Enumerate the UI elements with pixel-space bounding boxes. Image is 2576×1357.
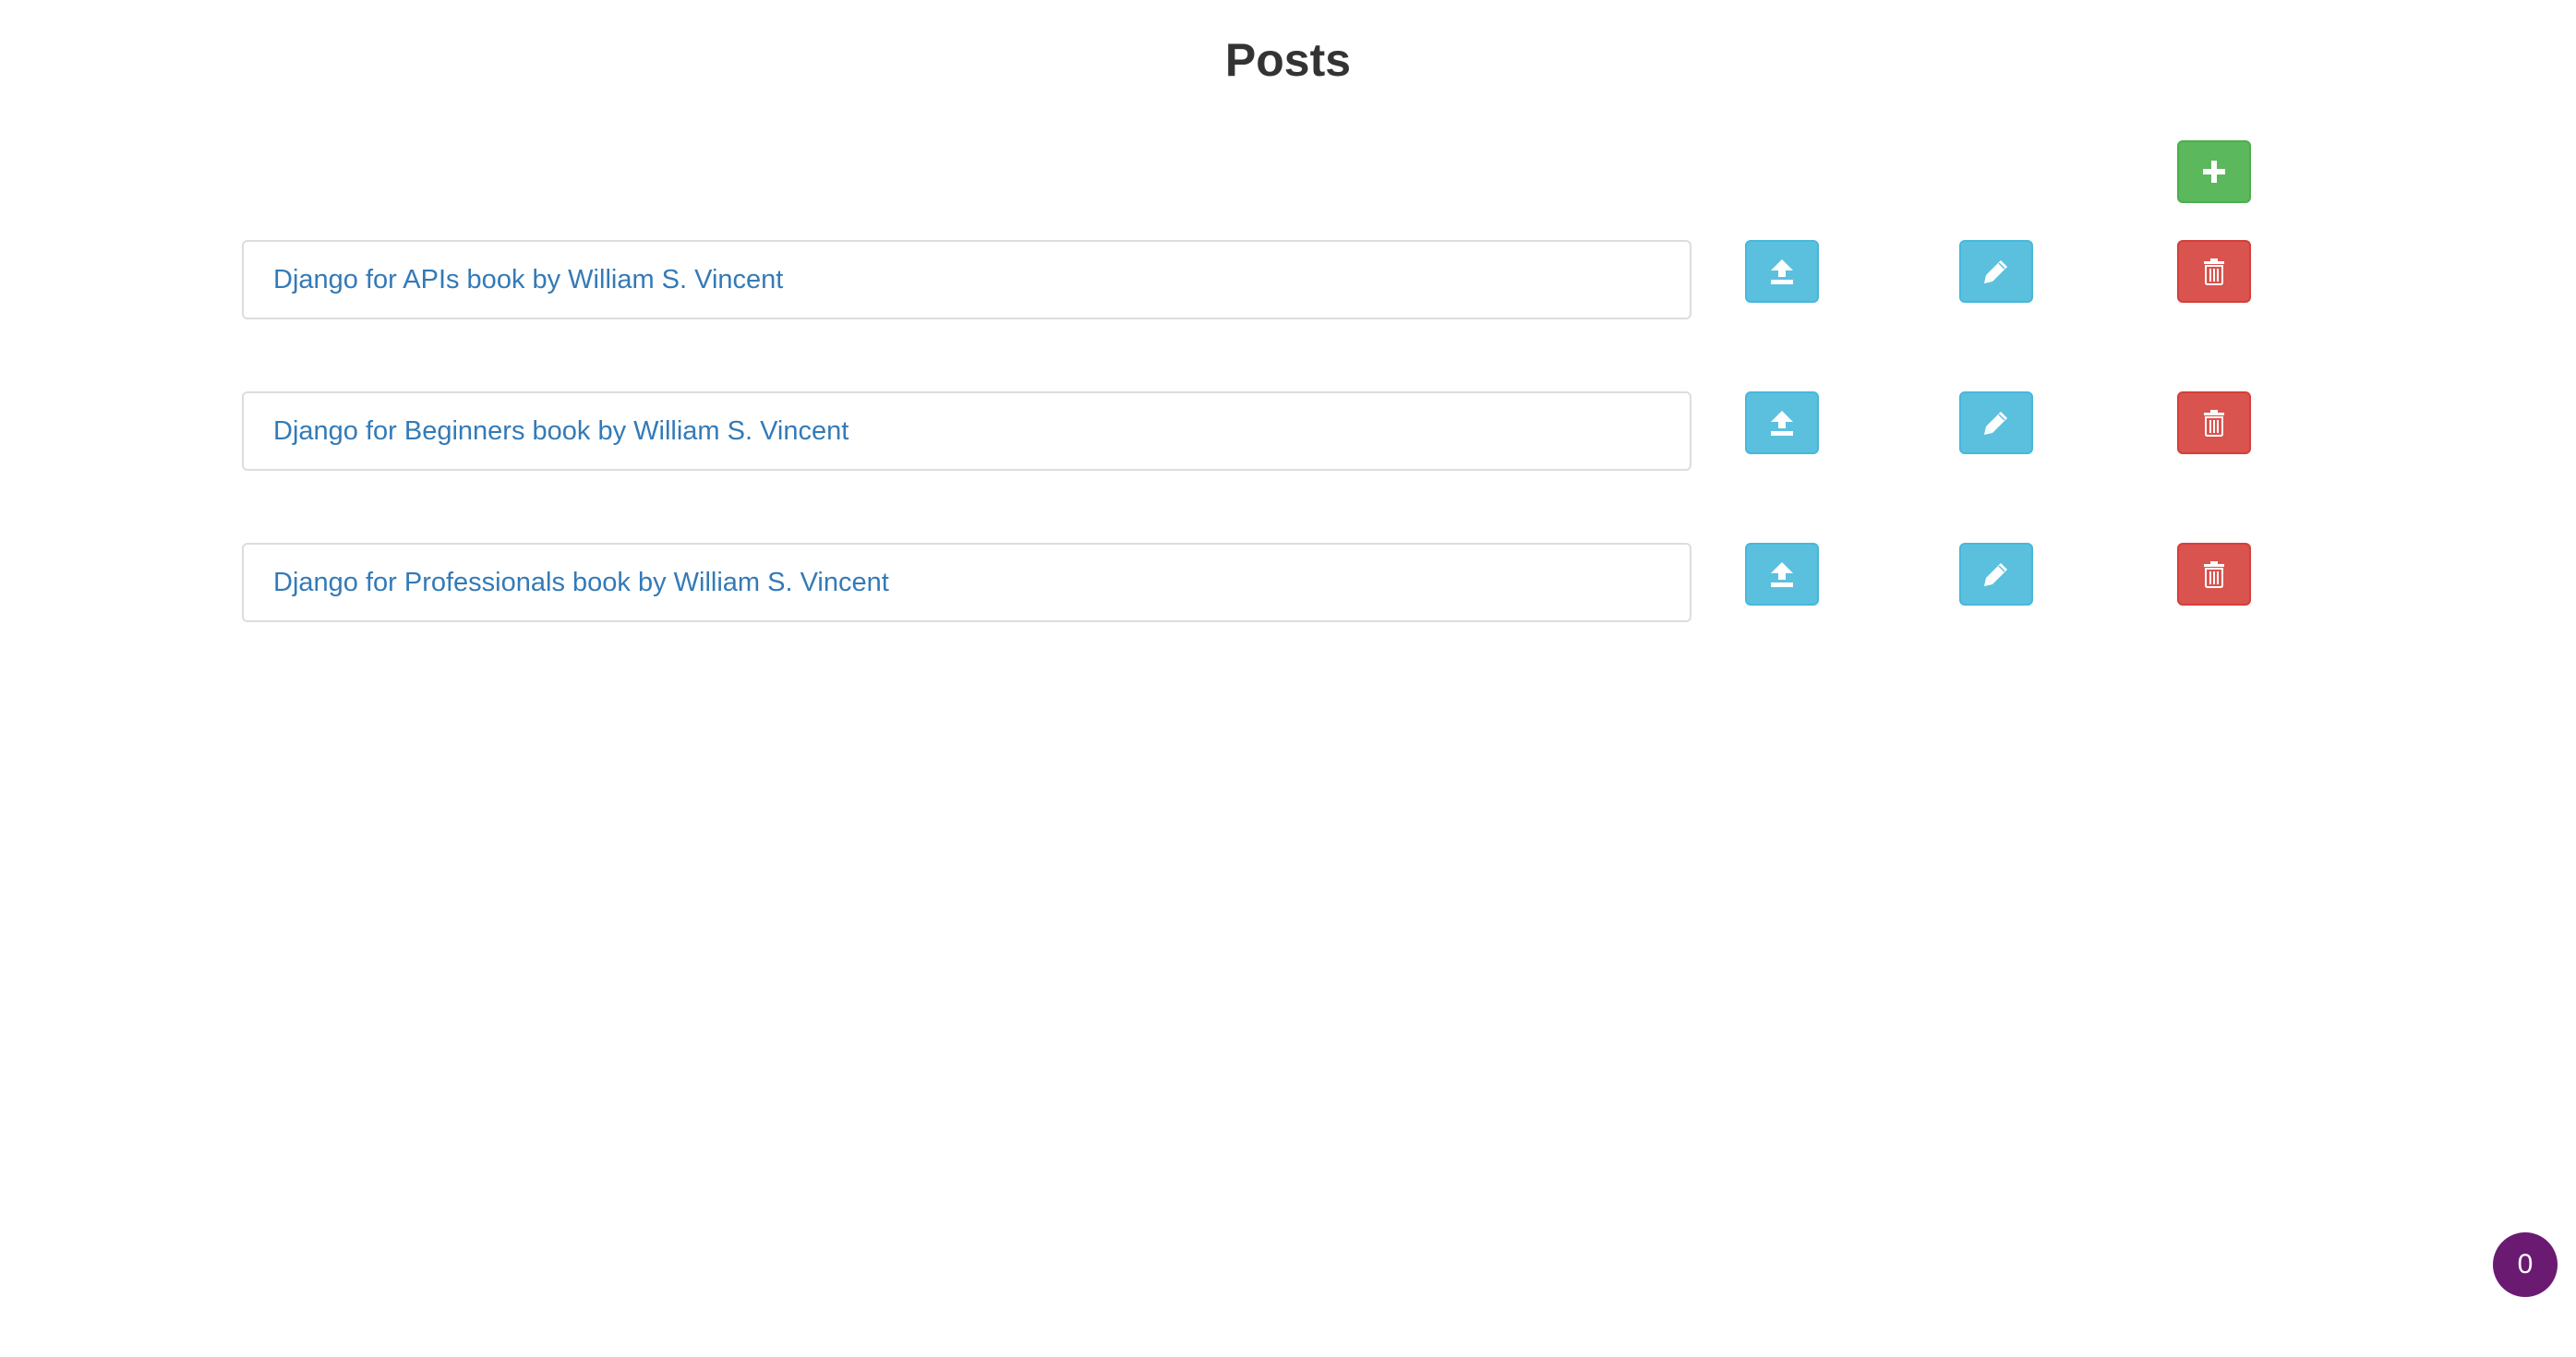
edit-button[interactable] <box>1959 240 2033 303</box>
post-row: Django for APIs book by William S. Vince… <box>242 240 2255 319</box>
page-title: Posts <box>1224 34 1352 86</box>
post-title-link[interactable]: Django for Professionals book by William… <box>273 568 889 598</box>
post-title-box: Django for APIs book by William S. Vince… <box>242 240 1691 319</box>
upload-icon <box>1769 258 1795 285</box>
upload-icon <box>1769 409 1795 437</box>
pencil-icon <box>1982 560 2010 588</box>
upload-icon <box>1769 560 1795 588</box>
notification-count: 0 <box>2517 1249 2534 1279</box>
trash-icon <box>2202 560 2226 588</box>
trash-icon <box>2202 409 2226 437</box>
post-row: Django for Professionals book by William… <box>242 543 2255 622</box>
edit-button[interactable] <box>1959 391 2033 454</box>
publish-button[interactable] <box>1745 391 1819 454</box>
plus-icon <box>2202 160 2226 184</box>
delete-button[interactable] <box>2177 240 2251 303</box>
post-title-box: Django for Beginners book by William S. … <box>242 391 1691 471</box>
post-title-link[interactable]: Django for Beginners book by William S. … <box>273 416 849 447</box>
edit-button[interactable] <box>1959 543 2033 606</box>
delete-button[interactable] <box>2177 391 2251 454</box>
publish-button[interactable] <box>1745 240 1819 303</box>
post-row: Django for Beginners book by William S. … <box>242 391 2255 471</box>
notification-badge[interactable]: 0 <box>2493 1232 2558 1297</box>
add-post-button[interactable] <box>2177 140 2251 203</box>
delete-button[interactable] <box>2177 543 2251 606</box>
post-title-link[interactable]: Django for APIs book by William S. Vince… <box>273 265 783 295</box>
pencil-icon <box>1982 409 2010 437</box>
trash-icon <box>2202 258 2226 285</box>
publish-button[interactable] <box>1745 543 1819 606</box>
page: Posts Django for APIs book by William S.… <box>0 0 2576 1357</box>
pencil-icon <box>1982 258 2010 285</box>
post-title-box: Django for Professionals book by William… <box>242 543 1691 622</box>
